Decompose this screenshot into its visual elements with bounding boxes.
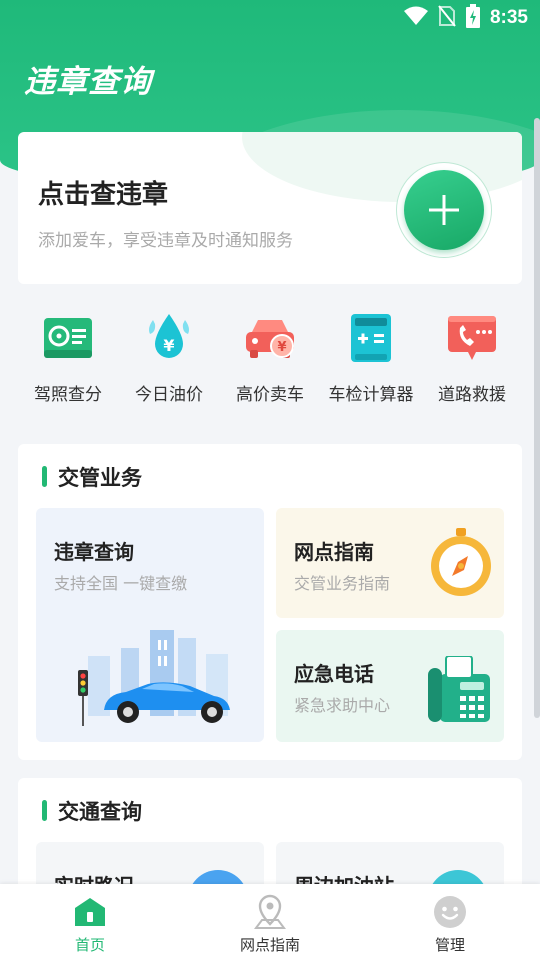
smiley-icon [434, 896, 466, 928]
tile-subtitle: 交管业务指南 [294, 574, 391, 593]
tile-title: 违章查询 [54, 540, 134, 564]
quick-action-license-points[interactable]: 驾照查分 [18, 310, 118, 420]
section-title: 交管业务 [42, 462, 142, 492]
section-title: 交通查询 [42, 796, 142, 826]
license-icon [44, 318, 92, 358]
quick-actions: 驾照查分 ¥ 今日油价 ¥ 高价卖车 车检计算器 道路救援 [18, 310, 522, 420]
nav-label: 网点指南 [239, 936, 300, 954]
telephone-icon [428, 656, 490, 722]
traffic-services-section: 交管业务 违章查询 支持全国 一键查缴 网点指南 交管业务指南 应急电话 紧急求… [18, 444, 522, 760]
svg-text:¥: ¥ [163, 336, 174, 355]
map-pin-icon [254, 894, 286, 929]
nav-home[interactable]: 首页 [0, 884, 180, 960]
rescue-phone-icon [448, 316, 496, 360]
scrollbar[interactable] [534, 118, 540, 718]
hero-subtitle: 添加爱车，享受违章及时通知服务 [38, 231, 293, 251]
no-sim-icon [438, 4, 456, 32]
page-title: 违章查询 [24, 64, 152, 100]
quick-action-label: 今日油价 [135, 385, 203, 405]
nav-branch-guide[interactable]: 网点指南 [180, 884, 360, 960]
nav-label: 首页 [74, 936, 105, 954]
quick-action-sell-car[interactable]: ¥ 高价卖车 [220, 310, 320, 420]
quick-action-label: 高价卖车 [236, 385, 304, 405]
battery-charging-icon [465, 3, 480, 33]
bottom-navigation: 首页 网点指南 管理 [0, 884, 540, 960]
add-car-button[interactable] [404, 170, 484, 250]
add-car-card[interactable]: 点击查违章 添加爱车，享受违章及时通知服务 [18, 132, 522, 284]
quick-action-road-rescue[interactable]: 道路救援 [422, 310, 522, 420]
quick-action-label: 驾照查分 [34, 385, 102, 405]
status-bar: 8:35 [0, 0, 540, 36]
tile-branch-guide[interactable]: 网点指南 交管业务指南 [276, 508, 504, 618]
hero-title: 点击查违章 [38, 180, 169, 210]
calculator-icon [351, 314, 391, 362]
quick-action-label: 道路救援 [438, 385, 506, 405]
quick-action-inspection-calculator[interactable]: 车检计算器 [321, 310, 421, 420]
wifi-icon [403, 6, 428, 31]
tile-subtitle: 支持全国 一键查缴 [54, 574, 188, 593]
tile-violation-query[interactable]: 违章查询 支持全国 一键查缴 [36, 508, 264, 742]
quick-action-label: 车检计算器 [328, 385, 414, 405]
svg-text:¥: ¥ [277, 340, 286, 355]
tile-title: 应急电话 [294, 662, 374, 686]
add-car-button-ring[interactable] [396, 162, 492, 258]
nav-label: 管理 [434, 936, 465, 954]
home-icon [75, 898, 105, 926]
tile-title: 网点指南 [294, 540, 374, 564]
city-car-illustration [78, 630, 230, 726]
tile-subtitle: 紧急求助中心 [294, 696, 391, 715]
sell-car-icon: ¥ [246, 320, 294, 358]
clock: 8:35 [489, 7, 528, 28]
oil-price-icon: ¥ [149, 314, 189, 358]
plus-icon [429, 195, 459, 225]
tile-emergency-phone[interactable]: 应急电话 紧急求助中心 [276, 630, 504, 742]
compass-icon [431, 528, 491, 596]
nav-manage[interactable]: 管理 [360, 884, 540, 960]
quick-action-oil-price[interactable]: ¥ 今日油价 [119, 310, 219, 420]
